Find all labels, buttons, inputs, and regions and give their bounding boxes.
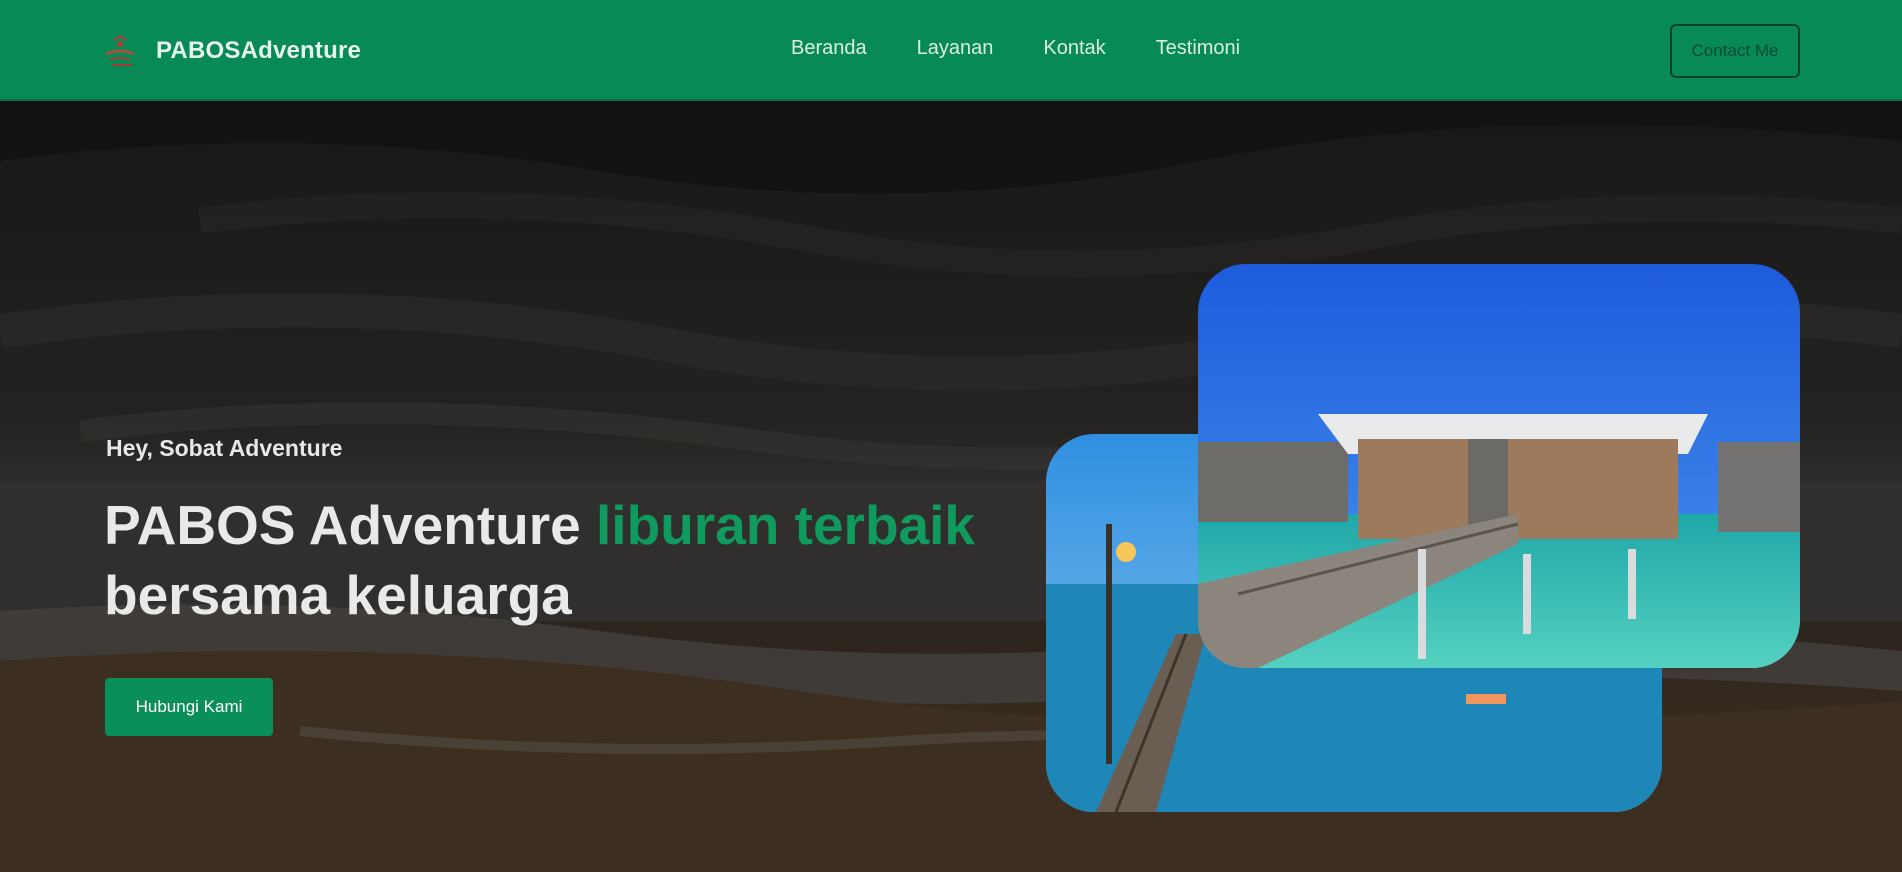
main-nav: Beranda Layanan Kontak Testimoni <box>791 37 1290 60</box>
headline-accent: liburan terbaik <box>596 494 976 556</box>
brand-name: PABOSAdventure <box>156 37 362 64</box>
resort-photo <box>1198 264 1800 668</box>
headline-part-1: PABOS Adventure <box>104 494 597 556</box>
nav-link-testimoni[interactable]: Testimoni <box>1156 37 1240 60</box>
hero-greeting: Hey, Sobat Adventure <box>106 435 343 461</box>
hero-section: Hey, Sobat Adventure PABOS Adventure lib… <box>0 101 1902 872</box>
headline-part-2: bersama keluarga <box>104 564 572 626</box>
brand[interactable]: PABOSAdventure <box>104 30 361 72</box>
nav-link-beranda[interactable]: Beranda <box>791 37 867 60</box>
travel-logo-icon <box>105 34 135 66</box>
nav-link-layanan[interactable]: Layanan <box>917 37 994 60</box>
nav-link-kontak[interactable]: Kontak <box>1043 37 1105 60</box>
hero-headline: PABOS Adventure liburan terbaik bersama … <box>104 490 1004 630</box>
contact-me-button[interactable]: Contact Me <box>1670 24 1800 78</box>
top-navbar: PABOSAdventure Beranda Layanan Kontak Te… <box>0 0 1902 101</box>
hubungi-kami-button[interactable]: Hubungi Kami <box>105 678 273 736</box>
